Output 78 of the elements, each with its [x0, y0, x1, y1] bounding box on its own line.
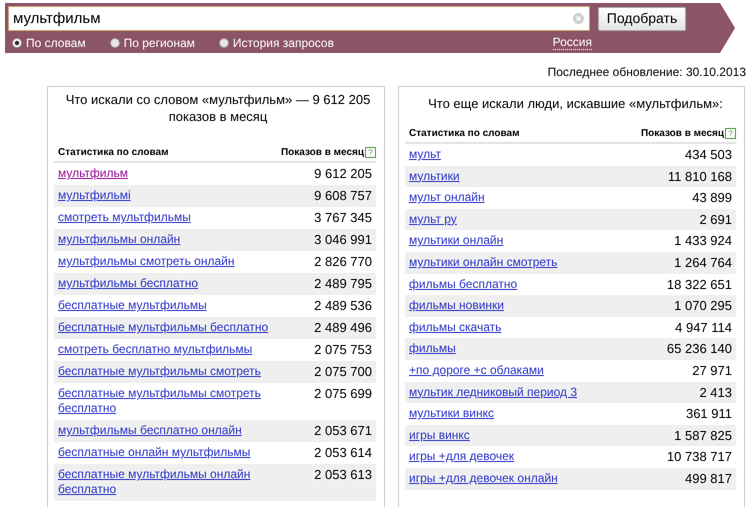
- count-cell: 499 817: [685, 470, 732, 486]
- query-link[interactable]: бесплатные мультфильмы смотреть бесплатно: [58, 386, 288, 416]
- search-field[interactable]: мультфильм: [8, 6, 590, 31]
- count-cell: 43 899: [692, 190, 732, 206]
- query-link[interactable]: мультики онлайн смотреть: [409, 254, 558, 270]
- query-link[interactable]: бесплатные онлайн мультфильмы: [58, 445, 250, 460]
- query-link[interactable]: фильмы скачать: [409, 320, 502, 335]
- query-link[interactable]: бесплатные мультфильмы смотреть: [58, 364, 261, 379]
- query-link[interactable]: мультики: [409, 168, 460, 184]
- count-cell: 2 489 496: [314, 320, 372, 335]
- column-header: Показов в месяц: [640, 127, 724, 141]
- count-cell: 3 046 991: [314, 232, 372, 247]
- count-cell: 3 767 345: [314, 210, 372, 225]
- count-cell: 2 489 795: [314, 276, 372, 291]
- count-cell: 11 810 168: [668, 168, 732, 184]
- help-icon[interactable]: ?: [725, 128, 736, 139]
- help-icon[interactable]: ?: [365, 147, 376, 158]
- count-cell: 9 608 757: [314, 188, 372, 203]
- search-mode-option[interactable]: По регионам: [110, 34, 195, 52]
- search-button[interactable]: Подобрать: [598, 6, 686, 30]
- column-header: Показов в месяц: [280, 146, 364, 160]
- count-cell: 65 236 140: [666, 341, 732, 356]
- count-cell: 1 587 825: [674, 428, 732, 443]
- query-link[interactable]: мультфильмі: [58, 188, 131, 203]
- count-cell: 9 612 205: [314, 166, 372, 181]
- count-cell: 2 053 671: [314, 423, 372, 438]
- query-link[interactable]: +по дороге +с облаками: [409, 362, 544, 378]
- count-cell: 2 053 613: [314, 467, 372, 482]
- search-mode-option[interactable]: По словам: [12, 34, 86, 52]
- count-cell: 2 075 699: [314, 386, 372, 401]
- radio-button[interactable]: [110, 38, 120, 48]
- query-link[interactable]: фильмы новинки: [409, 298, 504, 314]
- query-link[interactable]: мультфильмы смотреть онлайн: [58, 254, 234, 269]
- query-link[interactable]: игры +для девочек онлайн: [409, 470, 558, 486]
- count-cell: 2 075 700: [314, 364, 372, 379]
- panel-title: Что искали со словом «мультфильм» — 9 612 205 показов в месяц: [66, 92, 370, 124]
- query-link[interactable]: мультики онлайн: [409, 233, 504, 248]
- query-link[interactable]: бесплатные мультфильмы бесплатно: [58, 320, 268, 335]
- count-cell: 2 826 770: [314, 254, 372, 269]
- radio-button[interactable]: [218, 38, 229, 48]
- column-header: Статистика по словам: [409, 127, 520, 141]
- query-link[interactable]: бесплатные мультфильмы: [58, 298, 207, 313]
- query-link[interactable]: смотреть бесплатно мультфильмы: [58, 342, 252, 357]
- count-cell: 2 413: [699, 384, 732, 400]
- query-link[interactable]: фильмы: [409, 341, 456, 356]
- panel-title: Что еще искали люди, искавшие «мультфильм»:: [428, 96, 723, 111]
- count-cell: 4 947 114: [675, 320, 732, 335]
- count-cell: 434 503: [685, 147, 732, 162]
- last-update-text: Последнее обновление: 30.10.2013: [548, 65, 746, 79]
- region-link[interactable]: Россия: [552, 36, 592, 50]
- query-link[interactable]: мультфильмы бесплатно: [58, 276, 198, 291]
- count-cell: 1 433 924: [674, 233, 732, 248]
- column-header: Статистика по словам: [58, 146, 168, 160]
- query-link[interactable]: мульт ру: [409, 212, 457, 227]
- query-link[interactable]: мультфильмы бесплатно онлайн: [58, 423, 242, 438]
- query-link[interactable]: мультик ледниковый период 3: [409, 384, 578, 400]
- count-cell: 27 971: [692, 362, 732, 378]
- query-link[interactable]: смотреть мультфильмы: [58, 210, 191, 225]
- count-cell: 2 489 536: [314, 298, 372, 313]
- query-link[interactable]: игры +для девочек: [409, 449, 514, 464]
- count-cell: 2 691: [699, 212, 732, 227]
- count-cell: 2 075 753: [314, 342, 372, 357]
- count-cell: 1 070 295: [674, 298, 732, 314]
- query-link[interactable]: игры винкс: [409, 428, 470, 443]
- query-link[interactable]: мультики винкс: [409, 406, 494, 422]
- radio-button[interactable]: [12, 38, 22, 48]
- query-link[interactable]: бесплатные мультфильмы онлайн бесплатно: [58, 467, 288, 497]
- count-cell: 10 738 717: [666, 449, 732, 464]
- count-cell: 361 911: [686, 406, 732, 422]
- search-mode-option[interactable]: История запросов: [218, 34, 334, 52]
- query-link[interactable]: фильмы бесплатно: [409, 276, 518, 292]
- count-cell: 2 053 614: [314, 445, 372, 460]
- count-cell: 18 322 651: [666, 276, 732, 292]
- query-link[interactable]: мульт онлайн: [409, 190, 485, 206]
- query-link[interactable]: мультфильмы онлайн: [58, 232, 180, 247]
- count-cell: 1 264 764: [674, 254, 732, 270]
- query-link[interactable]: мульт: [409, 147, 441, 162]
- query-link[interactable]: мультфильм: [58, 166, 128, 181]
